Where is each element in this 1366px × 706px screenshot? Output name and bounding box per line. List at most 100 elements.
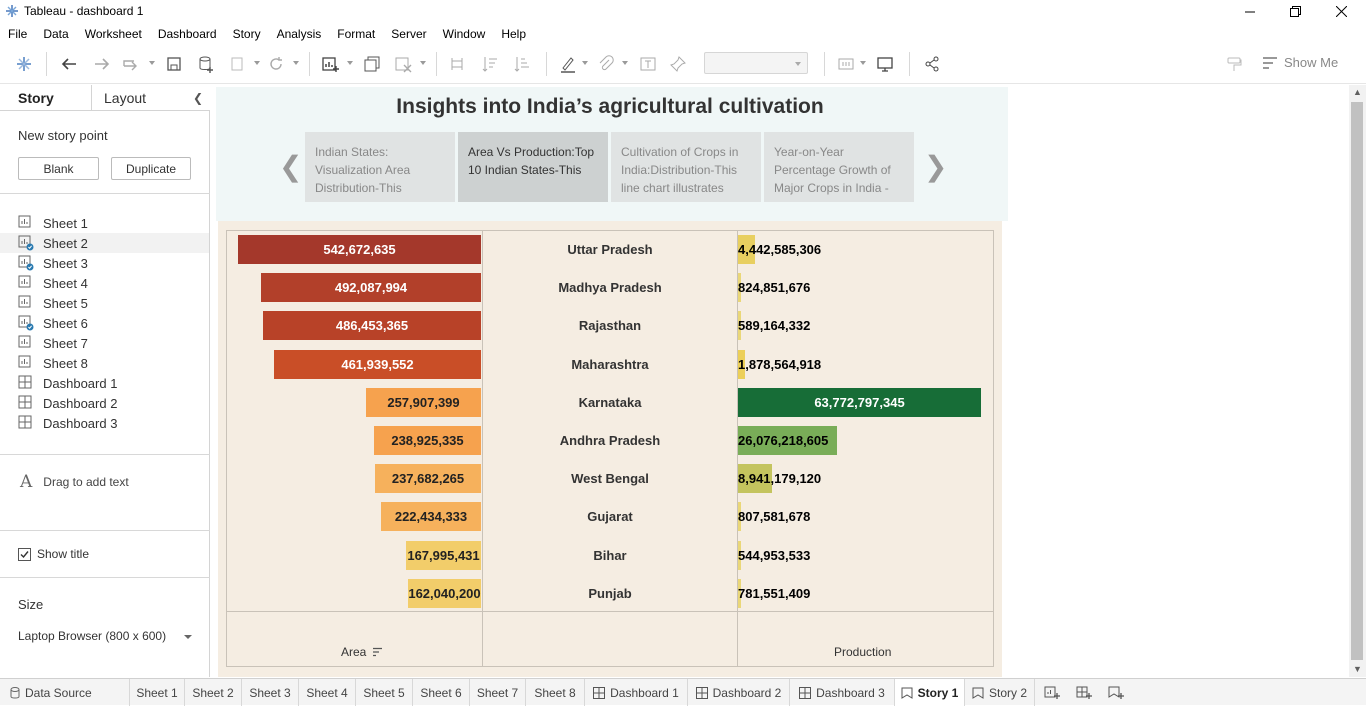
previous-story-point-arrow-icon[interactable]: ❮ <box>279 150 302 183</box>
highlight-button[interactable] <box>558 54 578 74</box>
story-sheet-item[interactable]: Sheet 4 <box>0 273 209 293</box>
area-bar[interactable]: 257,907,399 <box>366 388 481 417</box>
menu-data[interactable]: Data <box>43 27 68 41</box>
sort-ascending-button[interactable] <box>480 54 500 74</box>
share-button[interactable] <box>922 54 942 74</box>
clear-icon <box>395 57 412 73</box>
story-sheet-item[interactable]: Dashboard 1 <box>0 373 209 393</box>
new-worksheet-button[interactable] <box>320 54 340 74</box>
area-bar[interactable]: 486,453,365 <box>263 311 481 340</box>
area-bar[interactable]: 222,434,333 <box>381 502 481 531</box>
sheet-tab[interactable]: Dashboard 1 <box>585 679 688 706</box>
story-sheet-item[interactable]: Sheet 3 <box>0 253 209 273</box>
minimize-button[interactable] <box>1227 0 1273 23</box>
sort-descending-button[interactable] <box>512 54 532 74</box>
sheet-tab[interactable]: Sheet 2 <box>185 679 242 706</box>
sheet-tab[interactable]: Story 2 <box>965 679 1035 706</box>
menu-format[interactable]: Format <box>337 27 375 41</box>
story-sheet-item[interactable]: Sheet 1 <box>0 213 209 233</box>
fit-button[interactable] <box>836 54 856 74</box>
area-bar[interactable]: 162,040,200 <box>408 579 481 608</box>
next-story-point-arrow-icon[interactable]: ❯ <box>924 150 947 183</box>
tableau-home-button[interactable] <box>14 54 34 74</box>
story-sheet-item[interactable]: Sheet 2 <box>0 233 209 253</box>
sort-icon[interactable] <box>372 647 383 657</box>
close-button[interactable] <box>1318 0 1364 23</box>
new-worksheet-tab-icon[interactable] <box>1044 684 1061 706</box>
story-point-4[interactable]: Year-on-Year Percentage Growth of Major … <box>764 132 914 202</box>
duplicate-button[interactable]: Duplicate <box>111 157 191 180</box>
clear-sheet-button[interactable] <box>393 54 413 74</box>
format-painter-button[interactable] <box>1224 54 1244 74</box>
scroll-up-icon[interactable]: ▲ <box>1353 87 1362 97</box>
menu-dashboard[interactable]: Dashboard <box>158 27 217 41</box>
mark-size-dropdown[interactable] <box>704 52 808 74</box>
sheet-tab-label: Sheet 2 <box>192 685 234 700</box>
menu-worksheet[interactable]: Worksheet <box>85 27 142 41</box>
swap-button[interactable] <box>447 54 467 74</box>
undo-button[interactable] <box>60 54 80 74</box>
sheet-tab[interactable]: Dashboard 2 <box>688 679 790 706</box>
area-bar[interactable]: 167,995,431 <box>406 541 481 570</box>
state-label: Gujarat <box>587 509 633 524</box>
sheet-tab[interactable]: Sheet 4 <box>299 679 356 706</box>
story-sheet-item[interactable]: Dashboard 3 <box>0 413 209 433</box>
refresh-button[interactable] <box>266 54 286 74</box>
menu-story[interactable]: Story <box>233 27 261 41</box>
sheet-tab[interactable]: Sheet 3 <box>242 679 299 706</box>
sheet-tab[interactable]: Sheet 7 <box>470 679 526 706</box>
menu-window[interactable]: Window <box>443 27 486 41</box>
new-story-tab-icon[interactable] <box>1108 684 1125 706</box>
sheet-tab[interactable]: Sheet 5 <box>356 679 413 706</box>
scrollbar-thumb[interactable] <box>1351 102 1363 660</box>
area-bar[interactable]: 492,087,994 <box>261 273 481 302</box>
vertical-scrollbar[interactable]: ▲ ▼ <box>1349 85 1366 677</box>
fix-axes-button[interactable] <box>668 54 688 74</box>
sheet-tab[interactable]: Sheet 1 <box>130 679 185 706</box>
story-sheet-item[interactable]: Dashboard 2 <box>0 393 209 413</box>
new-dashboard-tab-icon[interactable] <box>1076 684 1093 706</box>
production-bar[interactable]: 63,772,797,345 <box>738 388 981 417</box>
show-title-checkbox[interactable]: Show title <box>18 547 89 561</box>
show-mark-labels-button[interactable] <box>638 54 658 74</box>
replay-button[interactable] <box>121 54 141 74</box>
show-me-button[interactable]: Show Me <box>1262 55 1338 70</box>
menu-help[interactable]: Help <box>501 27 526 41</box>
sheet-tab[interactable]: Story 1 <box>895 679 965 706</box>
menu-file[interactable]: File <box>8 27 27 41</box>
redo-button[interactable] <box>91 54 111 74</box>
story-point-1[interactable]: Indian States: Visualization Area Distri… <box>305 132 455 202</box>
tab-story[interactable]: Story <box>0 85 92 111</box>
save-button[interactable] <box>164 54 184 74</box>
story-point-3[interactable]: Cultivation of Crops in India:Distributi… <box>611 132 761 202</box>
production-value-label: 4,442,585,306 <box>738 242 822 257</box>
area-bar[interactable]: 237,682,265 <box>375 464 481 493</box>
menu-analysis[interactable]: Analysis <box>277 27 322 41</box>
pause-updates-button[interactable] <box>227 54 247 74</box>
sheet-tab[interactable]: Dashboard 3 <box>790 679 895 706</box>
story-sheet-item[interactable]: Sheet 5 <box>0 293 209 313</box>
restore-button[interactable] <box>1272 0 1318 23</box>
story-sheet-item[interactable]: Sheet 8 <box>0 353 209 373</box>
new-data-source-button[interactable] <box>196 54 216 74</box>
group-members-button[interactable] <box>596 54 616 74</box>
area-bar[interactable]: 542,672,635 <box>238 235 481 264</box>
new-worksheet-icon <box>322 57 339 72</box>
sheet-tab[interactable]: Data Source <box>0 679 130 706</box>
blank-button[interactable]: Blank <box>18 157 99 180</box>
size-dropdown[interactable]: Laptop Browser (800 x 600) <box>18 629 192 643</box>
sheet-tab[interactable]: Sheet 8 <box>526 679 585 706</box>
scroll-down-icon[interactable]: ▼ <box>1353 664 1362 674</box>
story-point-2[interactable]: Area Vs Production:Top 10 Indian States-… <box>458 132 608 202</box>
story-sheet-item[interactable]: Sheet 7 <box>0 333 209 353</box>
presentation-mode-button[interactable] <box>875 54 895 74</box>
menu-server[interactable]: Server <box>391 27 426 41</box>
collapse-pane-icon[interactable]: ❮ <box>193 91 203 105</box>
sheet-tab[interactable]: Sheet 6 <box>413 679 470 706</box>
duplicate-sheet-button[interactable] <box>362 54 382 74</box>
area-axis-label[interactable]: Area <box>341 645 383 659</box>
story-sheet-item[interactable]: Sheet 6 <box>0 313 209 333</box>
area-bar[interactable]: 238,925,335 <box>374 426 481 455</box>
area-bar[interactable]: 461,939,552 <box>274 350 481 379</box>
drag-to-add-text[interactable]: A Drag to add text <box>20 472 129 492</box>
